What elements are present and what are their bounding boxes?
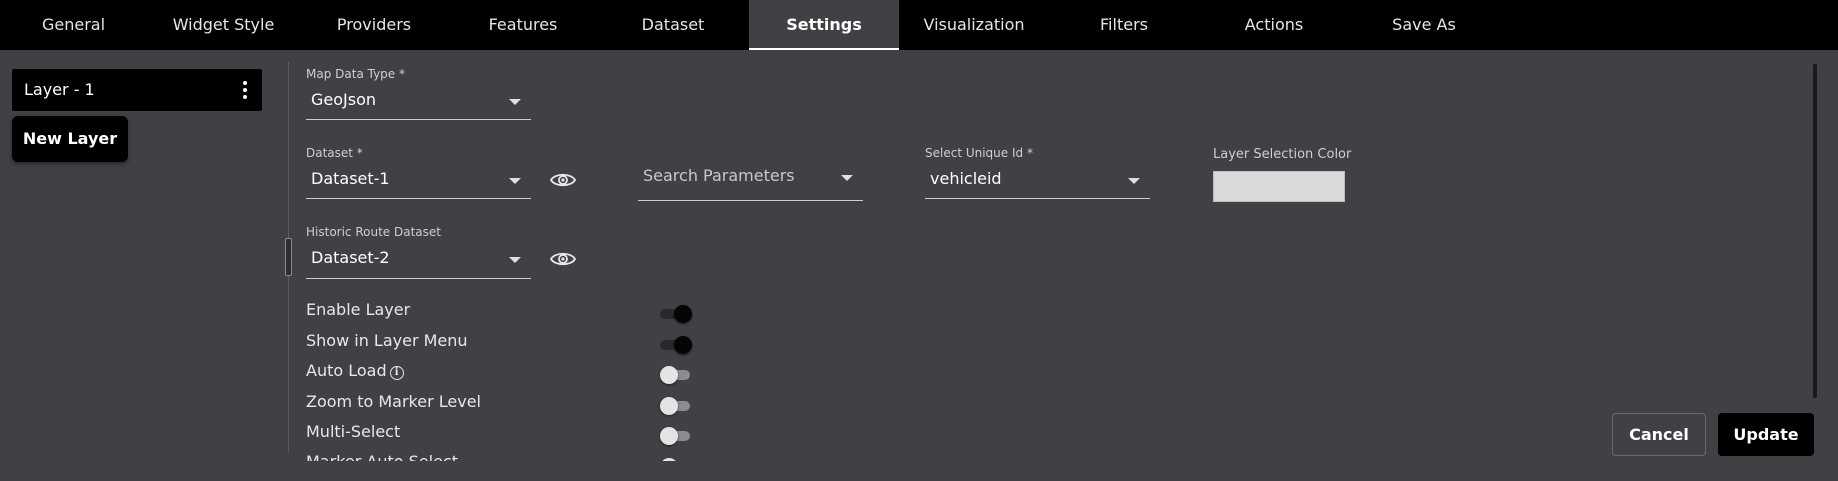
map-data-type-select[interactable]: Map Data Type * GeoJson [306, 66, 531, 120]
tab-bar: General Widget Style Providers Features … [0, 0, 1838, 50]
dataset-value: Dataset-1 [311, 169, 390, 188]
chevron-down-icon [1128, 178, 1140, 184]
marker-auto-select-label: Marker Auto Select [306, 452, 458, 461]
chevron-down-icon [509, 178, 521, 184]
tab-providers[interactable]: Providers [300, 0, 448, 50]
clipped-row: Marker Auto Select [0, 452, 760, 461]
historic-route-dataset-select[interactable]: Historic Route Dataset Dataset-2 [306, 224, 531, 279]
multi-select-toggle[interactable] [660, 426, 692, 446]
chevron-down-icon [841, 175, 853, 181]
tab-actions[interactable]: Actions [1199, 0, 1349, 50]
zoom-to-marker-level-toggle[interactable] [660, 396, 692, 416]
auto-load-label: Auto Load i [306, 361, 404, 380]
map-data-type-value: GeoJson [311, 90, 377, 109]
search-parameters-select[interactable]: Search Parameters [638, 163, 863, 201]
search-parameters-placeholder: Search Parameters [643, 166, 795, 185]
tab-features[interactable]: Features [448, 0, 598, 50]
cancel-button[interactable]: Cancel [1612, 413, 1706, 456]
dataset-label: Dataset * [306, 146, 363, 160]
eye-icon[interactable] [550, 250, 576, 268]
layer-selection-color-label: Layer Selection Color [1213, 147, 1352, 162]
multi-select-label: Multi-Select [306, 422, 401, 441]
unique-id-value: vehicleid [930, 169, 1002, 188]
tab-widget-style[interactable]: Widget Style [147, 0, 300, 50]
enable-layer-toggle[interactable] [660, 304, 692, 324]
more-vert-icon[interactable] [242, 81, 248, 99]
show-in-layer-menu-toggle[interactable] [660, 335, 692, 355]
tab-save-as[interactable]: Save As [1349, 0, 1499, 50]
historic-route-dataset-label: Historic Route Dataset [306, 225, 441, 239]
map-data-type-label: Map Data Type * [306, 67, 405, 81]
show-in-layer-menu-label: Show in Layer Menu [306, 331, 468, 350]
marker-auto-select-toggle[interactable] [660, 457, 692, 461]
chevron-down-icon [509, 257, 521, 263]
info-icon[interactable]: i [389, 366, 404, 380]
scrollbar[interactable] [1813, 64, 1817, 398]
unique-id-label: Select Unique Id * [925, 146, 1033, 160]
update-button[interactable]: Update [1718, 413, 1814, 456]
dataset-select[interactable]: Dataset * Dataset-1 [306, 145, 531, 199]
historic-route-dataset-value: Dataset-2 [311, 248, 390, 267]
new-layer-button[interactable]: New Layer [12, 116, 128, 162]
layer-selection-color-swatch[interactable] [1213, 171, 1345, 202]
auto-load-toggle[interactable] [660, 365, 692, 385]
layer-item-label: Layer - 1 [24, 80, 95, 99]
tab-filters[interactable]: Filters [1049, 0, 1199, 50]
chevron-down-icon [509, 99, 521, 105]
resize-handle[interactable] [285, 238, 292, 276]
tab-visualization[interactable]: Visualization [899, 0, 1049, 50]
enable-layer-label: Enable Layer [306, 300, 411, 319]
layer-list-item[interactable]: Layer - 1 [12, 69, 262, 111]
tab-general[interactable]: General [0, 0, 147, 50]
tab-settings[interactable]: Settings [749, 0, 899, 50]
eye-icon[interactable] [550, 171, 576, 189]
zoom-to-marker-level-label: Zoom to Marker Level [306, 392, 481, 411]
unique-id-select[interactable]: Select Unique Id * vehicleid [925, 145, 1150, 199]
tab-dataset[interactable]: Dataset [598, 0, 748, 50]
